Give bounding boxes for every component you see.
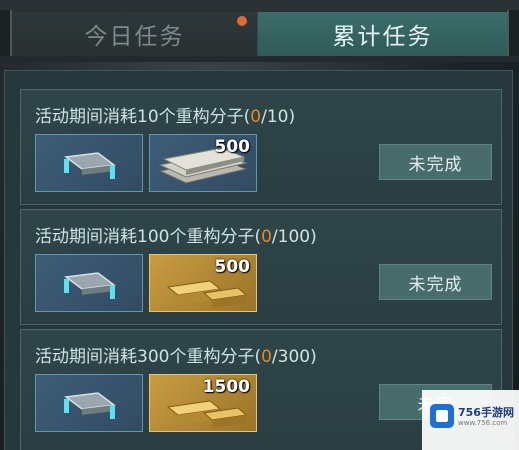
notification-dot xyxy=(237,16,247,26)
reward-count: 1500 xyxy=(202,377,250,397)
quest-card: 活动期间消耗100个重构分子(0/100) 500 未完成 xyxy=(20,209,502,325)
quest-progress: 0 xyxy=(261,347,272,367)
quest-title: 活动期间消耗300个重构分子(0/300) xyxy=(35,347,317,367)
tab-daily-tasks[interactable]: 今日任务 xyxy=(12,12,258,56)
status-button[interactable]: 未完成 xyxy=(379,144,492,180)
reward-count: 500 xyxy=(214,137,251,157)
quest-title: 活动期间消耗10个重构分子(0/10) xyxy=(35,107,296,127)
reward-count: 500 xyxy=(214,257,251,277)
component-part-icon xyxy=(64,392,116,419)
component-part-icon xyxy=(64,152,116,179)
reward-slot[interactable]: 1500 xyxy=(149,374,257,432)
reward-slot[interactable] xyxy=(35,254,143,312)
component-part-icon xyxy=(64,272,116,299)
status-label: 未完成 xyxy=(408,154,463,175)
reward-slot[interactable] xyxy=(35,374,143,432)
tab-cumulative-tasks-label: 累计任务 xyxy=(332,24,433,50)
quest-progress: 0 xyxy=(250,107,262,127)
site-logo-icon xyxy=(430,404,454,428)
status-label: 未完成 xyxy=(408,274,463,295)
reward-slot[interactable]: 500 xyxy=(149,134,257,192)
reward-slot[interactable]: 500 xyxy=(149,254,257,312)
quest-title: 活动期间消耗100个重构分子(0/100) xyxy=(35,227,317,247)
quest-progress: 0 xyxy=(261,227,272,247)
watermark-url: www.756.com xyxy=(458,419,508,427)
reward-slot[interactable] xyxy=(35,134,143,192)
frame-right-edge xyxy=(507,10,519,56)
site-watermark: 756手游网 www.756.com xyxy=(422,390,519,450)
quest-card: 活动期间消耗10个重构分子(0/10) 500 未完成 xyxy=(20,89,502,205)
tab-daily-tasks-label: 今日任务 xyxy=(84,24,185,50)
tab-cumulative-tasks[interactable]: 累计任务 xyxy=(258,12,507,56)
frame-left-edge xyxy=(0,10,12,56)
watermark-brand: 756手游网 xyxy=(458,406,514,419)
status-button[interactable]: 未完成 xyxy=(379,264,492,300)
